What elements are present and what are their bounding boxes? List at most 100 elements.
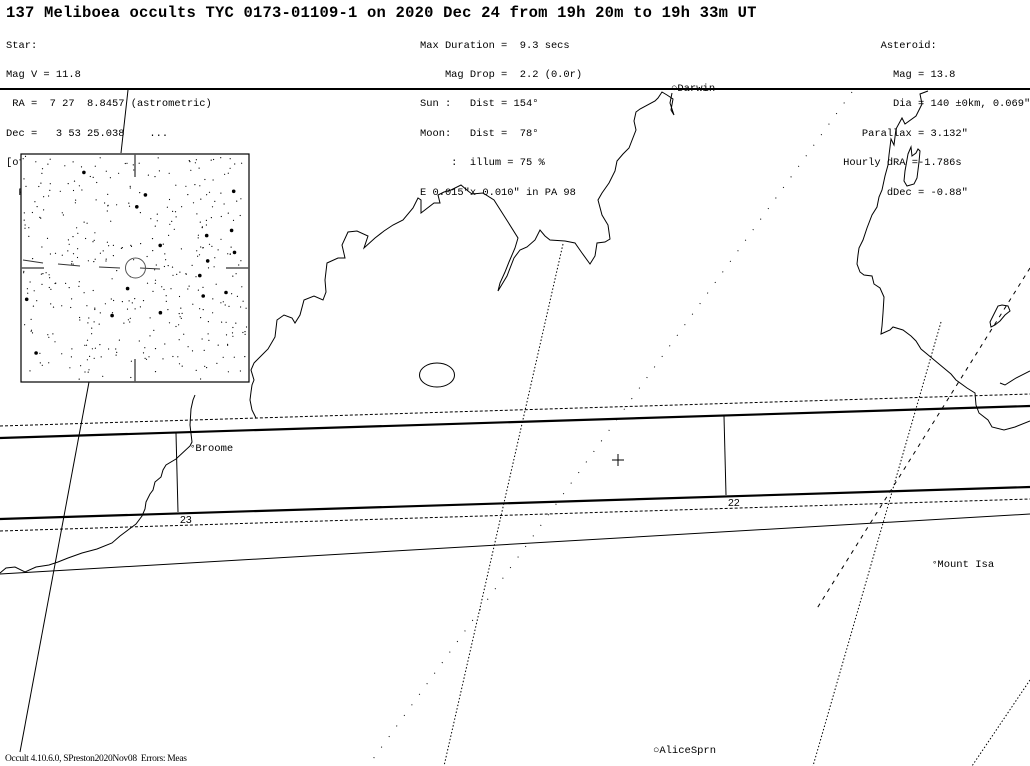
star-dot [52,333,54,335]
star-dot [238,264,240,266]
star-dot [198,167,200,169]
star-dot [23,272,25,274]
star-dot [229,253,231,255]
star-dot [23,178,25,180]
secondary-limit-line [0,513,1030,575]
star-dot [228,305,230,307]
place-mount-isa: °Mount Isa [932,559,994,571]
star-dot [91,333,93,335]
star-dot [93,261,95,263]
star-dot [143,193,148,197]
star-dot [145,358,148,360]
star-dot [172,210,174,212]
star-dot [86,305,88,307]
star-dot [49,189,51,191]
star-dot [225,321,227,323]
star-dot [49,158,51,160]
star-dot [49,253,52,255]
star-dot [154,279,157,281]
star-dot [220,302,222,304]
star-dot [30,329,33,331]
star-dot [224,290,228,295]
star-dot [194,184,196,186]
star-dot [195,159,197,161]
star-dot [39,216,41,218]
star-dot [43,196,45,198]
star-dot [154,371,157,373]
star-dot [129,321,131,323]
star-dot [48,195,50,197]
star-dot [95,199,97,201]
star-dot [129,187,131,189]
star-dot [179,271,181,273]
star-dot [244,356,246,358]
place-broome: °Broome [190,443,233,455]
star-dot [100,356,102,358]
star-dot [210,159,212,161]
star-dot [158,243,162,248]
star-dot [77,232,79,234]
star-dot [224,173,226,175]
star-dot [188,160,190,162]
star-dot [31,332,34,334]
star-dot [112,244,114,246]
star-dot [236,200,238,202]
star-dot [178,363,181,365]
star-dot [76,227,78,229]
star-dot [105,170,107,172]
star-dot [48,286,50,289]
star-dot [109,177,111,179]
star-dot [104,303,106,305]
star-dot [89,175,91,178]
star-dot [123,322,125,324]
star-dot [32,305,35,307]
star-dot [211,206,214,208]
star-dot [34,201,36,203]
star-dot [220,238,222,240]
star-dot [72,189,75,192]
star-dot [205,219,207,221]
star-dot [142,300,145,302]
star-dot [207,321,209,323]
star-dot [167,265,169,267]
star-dot [169,223,171,225]
star-dot [199,221,201,223]
star-dot [129,317,131,319]
star-dot [189,161,191,163]
star-dot [67,183,69,185]
star-dot [192,202,195,204]
star-dot [49,277,51,279]
star-dot [39,352,41,354]
star-dot [166,206,168,208]
star-dot [178,295,181,298]
place-label: Broome [195,443,234,455]
star-dot [130,245,133,247]
star-dot [98,323,100,325]
star-dot [217,249,219,251]
star-dot [40,273,43,275]
star-dot [158,310,163,315]
star-dot [227,253,229,255]
star-dot [45,272,47,274]
star-dot [80,365,82,367]
star-dot [75,199,77,201]
star-dot [152,250,154,252]
star-dot [191,264,193,266]
star-dot [195,276,197,278]
star-dot [239,214,241,217]
star-dot [61,305,63,307]
star-dot [99,252,101,254]
star-dot [70,263,73,265]
star-dot [41,283,43,285]
star-dot [240,198,242,200]
star-dot [149,317,151,319]
star-dot [201,338,203,340]
star-dot [232,326,234,329]
star-dot [29,370,31,372]
star-dot [86,222,88,224]
star-dot [116,270,118,272]
star-dot [165,295,167,297]
star-dot [178,339,180,341]
star-dot [128,205,131,207]
star-dot [227,172,229,174]
